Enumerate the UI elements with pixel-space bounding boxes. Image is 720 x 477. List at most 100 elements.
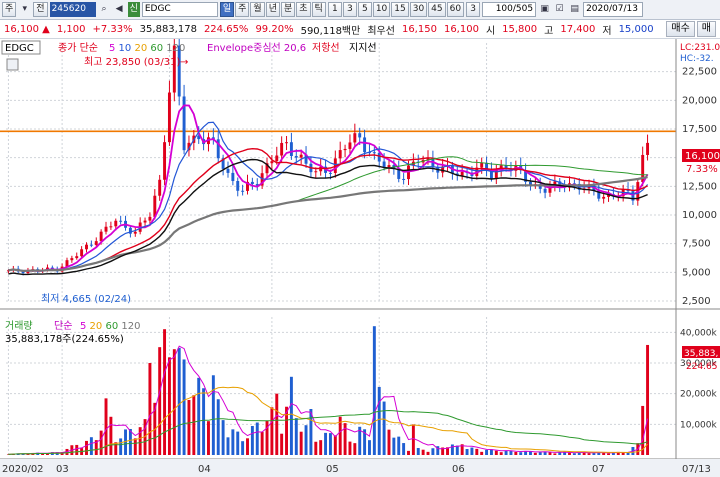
price-tick-label: 22,500 <box>682 67 717 78</box>
candle-body <box>167 92 171 143</box>
period-tab[interactable]: 틱 <box>311 2 326 17</box>
candle-body <box>377 152 381 162</box>
chevron-down-icon[interactable]: ▾ <box>18 3 31 16</box>
period-tab[interactable]: 일 <box>219 2 235 17</box>
candle-body <box>348 142 352 149</box>
volume-bar <box>392 437 396 455</box>
volume-value: 35,883,178 <box>139 23 197 35</box>
quote-bar: 16,100 ▲ 1,100 +7.33% 35,883,178 224.65%… <box>0 20 720 39</box>
candle-body <box>387 165 391 168</box>
high-price: 17,400 <box>560 23 596 35</box>
volume-bar <box>172 349 176 455</box>
volume-bar <box>148 363 152 455</box>
volume-bar <box>397 436 401 455</box>
interval-button[interactable]: 3 <box>342 2 357 17</box>
interval-button[interactable]: 10 <box>372 2 391 17</box>
speaker-icon[interactable]: ◀ <box>113 3 126 16</box>
period-tab[interactable]: 주 <box>235 2 250 17</box>
interval-button[interactable]: 5 <box>357 2 372 17</box>
candle-body <box>236 181 240 191</box>
volume-bar <box>289 376 293 455</box>
volume-ratio: 224.65% <box>203 23 249 35</box>
candle-body <box>280 142 284 156</box>
volume-bar <box>568 452 571 455</box>
current-price: 16,100 ▲ <box>4 23 50 35</box>
interval-button[interactable]: 45 <box>428 2 446 17</box>
panel-menu-icon[interactable] <box>6 58 19 71</box>
volume-bar <box>226 437 230 455</box>
volume-bar <box>353 443 357 455</box>
stock-chart[interactable]: 22,50020,00017,50015,00012,50010,0007,50… <box>0 39 720 477</box>
volume-bar <box>382 401 386 455</box>
interval-button[interactable]: 60 <box>446 2 465 17</box>
period-tab[interactable]: 분 <box>280 2 296 17</box>
settings-icon[interactable]: ▤ <box>568 3 581 16</box>
price-tick-label: 10,000 <box>682 210 717 221</box>
period-tab[interactable]: 초 <box>296 2 311 17</box>
bar-count-input[interactable]: 100/505 <box>482 2 537 17</box>
time-axis-bg <box>0 459 720 477</box>
volume-bar <box>275 393 279 455</box>
time-tick-label: 07/13 <box>682 464 711 475</box>
time-tick-label: 06 <box>452 464 465 475</box>
interval-button[interactable]: 30 <box>409 2 428 17</box>
volume-bar <box>416 448 420 455</box>
stock-name-field[interactable]: EDGC <box>141 2 218 17</box>
volume-bar <box>572 453 576 455</box>
volume-bar <box>241 441 245 455</box>
market-select[interactable]: 주 <box>2 2 17 17</box>
volume-ma-period: 120 <box>121 321 140 332</box>
candle-body <box>480 162 484 168</box>
volume-bar <box>128 428 132 455</box>
open-label: 시 <box>485 25 496 37</box>
buy-button[interactable]: 매수 <box>666 21 695 37</box>
envelope-label: Envelope중심선 20,6 <box>207 42 306 54</box>
candle-body <box>89 244 93 246</box>
pref-label: 최우선 <box>367 25 395 37</box>
candle-body <box>109 226 113 228</box>
candle-body <box>80 249 84 257</box>
volume-bar <box>587 453 591 455</box>
time-tick-label: 05 <box>326 464 339 475</box>
stock-code-input[interactable]: 245620 <box>49 2 96 17</box>
candle-body <box>114 220 118 227</box>
candle-body <box>343 148 347 151</box>
candle-body <box>75 256 79 259</box>
prev-button[interactable]: 전 <box>33 2 48 17</box>
volume-bar <box>304 425 308 455</box>
volume-bar <box>333 435 337 455</box>
volume-bar <box>158 347 162 455</box>
volume-bar <box>221 420 225 455</box>
candle-body <box>294 156 298 158</box>
volume-bar <box>485 449 489 455</box>
candle-body <box>270 161 274 164</box>
candle-body <box>363 137 367 153</box>
interval-button[interactable]: 1 <box>327 2 342 17</box>
period-tab[interactable]: 년 <box>265 2 280 17</box>
price-tick-label: 12,500 <box>682 181 717 192</box>
price-change-pct: +7.33% <box>92 23 133 35</box>
date-field[interactable]: 2020/07/13 <box>583 2 644 17</box>
time-tick-label: 07 <box>592 464 605 475</box>
candle-body <box>328 172 332 174</box>
volume-bar <box>299 431 303 455</box>
volume-bar <box>641 405 645 455</box>
volume-bar <box>450 444 454 455</box>
volume-tick-label: 40,000k <box>680 328 717 338</box>
period-tabs: 일주월년분초틱 <box>219 2 326 17</box>
volume-bar <box>475 448 479 455</box>
volume-bar <box>89 437 93 455</box>
interval-button[interactable]: 15 <box>391 2 409 17</box>
search-icon[interactable]: ⌕ <box>98 3 111 16</box>
volume-current: 35,883,178주(224.65%) <box>5 334 124 345</box>
volume-bar <box>553 453 557 455</box>
interval-select[interactable]: 3 <box>466 2 481 17</box>
sell-button[interactable]: 매 <box>696 21 716 37</box>
lock-icon[interactable]: ▣ <box>538 3 551 16</box>
volume-bar <box>250 425 254 455</box>
checkbox-icon[interactable]: ☑ <box>553 3 566 16</box>
period-tab[interactable]: 월 <box>250 2 265 17</box>
ma-period: 5 <box>109 43 119 54</box>
candle-body <box>460 171 464 176</box>
volume-bar <box>377 386 381 455</box>
